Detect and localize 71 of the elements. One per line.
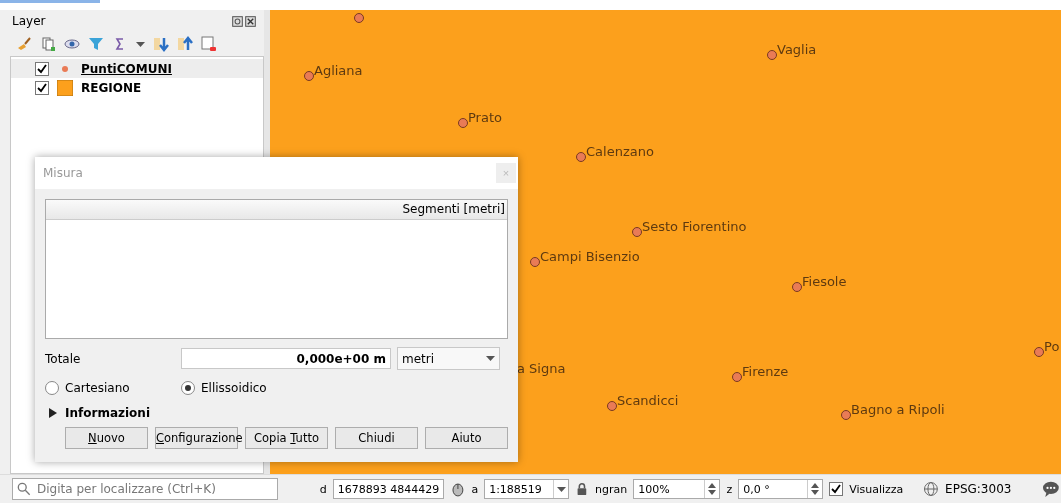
place-label: Sesto Fiorentino <box>642 219 747 234</box>
place-label: Firenze <box>742 364 789 379</box>
panel-title: Layer <box>12 14 46 28</box>
field-label: ngran <box>595 482 628 496</box>
place-label: Vaglia <box>777 42 817 57</box>
float-icon[interactable] <box>232 15 243 27</box>
place-marker <box>792 282 802 292</box>
radio-label: Cartesiano <box>65 381 130 395</box>
field-label: d <box>319 482 327 496</box>
dialog-button[interactable]: Aiuto <box>425 427 508 449</box>
eye-icon[interactable] <box>64 36 80 52</box>
place-label: Agliana <box>314 63 363 78</box>
magnifier-field[interactable]: 100% <box>633 479 721 499</box>
place-marker <box>841 410 851 420</box>
render-checkbox[interactable] <box>829 482 844 496</box>
place-marker <box>767 50 777 60</box>
total-field[interactable]: 0,000e+00 m <box>181 348 391 369</box>
polygon-symbol-icon <box>57 79 73 96</box>
place-marker <box>607 401 617 411</box>
dialog-title: Misura <box>43 166 83 180</box>
layer-name[interactable]: REGIONE <box>81 80 142 95</box>
place-marker <box>632 227 642 237</box>
place-label: Bagno a Ripoli <box>851 402 945 417</box>
field-label: z <box>726 482 733 496</box>
radio-button[interactable] <box>45 381 59 395</box>
close-icon[interactable] <box>245 15 256 27</box>
brush-icon[interactable] <box>16 36 32 52</box>
caret-icon <box>486 356 495 361</box>
total-label: Totale <box>45 351 82 366</box>
expand-arrow-icon[interactable] <box>49 408 57 418</box>
expand-all-icon[interactable] <box>153 36 169 52</box>
crs-button[interactable]: EPSG:3003 <box>945 482 1012 496</box>
globe-icon[interactable] <box>923 481 940 497</box>
caret-icon <box>556 486 566 492</box>
message-icon[interactable] <box>1041 480 1061 498</box>
place-label: Calenzano <box>586 144 654 159</box>
radio-button[interactable] <box>181 381 195 395</box>
dialog-button[interactable]: Copia Tutto <box>245 427 328 449</box>
place-marker <box>304 71 314 81</box>
coordinate-field[interactable]: 1678893 4844429 <box>332 479 444 499</box>
place-label: Scandicci <box>617 393 679 408</box>
place-label: a Signa <box>517 361 566 376</box>
place-marker <box>354 13 364 23</box>
place-marker <box>458 118 468 128</box>
place-label: Fiesole <box>802 274 847 289</box>
caret-icon <box>136 41 145 47</box>
mouse-icon[interactable] <box>449 481 466 497</box>
place-label: Po <box>1044 339 1060 354</box>
section-title: Informazioni <box>65 406 150 420</box>
place-marker <box>1034 347 1044 357</box>
dialog-button[interactable]: Chiudi <box>335 427 418 449</box>
place-marker <box>530 257 540 267</box>
place-marker <box>576 152 586 162</box>
remove-layer-icon[interactable] <box>201 36 217 52</box>
place-label: Prato <box>468 110 502 125</box>
layer-checkbox[interactable] <box>35 61 49 76</box>
search-icon <box>17 482 31 496</box>
scale-combobox[interactable]: 1:188519 <box>484 479 570 499</box>
rotation-field[interactable]: 0,0 ° <box>738 479 824 499</box>
place-marker <box>732 372 742 382</box>
column-header[interactable]: Segmenti [metri] <box>46 200 507 220</box>
unit-dropdown[interactable]: metri <box>397 347 500 370</box>
field-label: a <box>471 482 479 496</box>
locator-search-field[interactable]: Digita per localizzare (Ctrl+K) <box>12 478 279 500</box>
place-label: Campi Bisenzio <box>540 249 640 264</box>
radio-label: Ellissoidico <box>201 381 267 395</box>
collapse-all-icon[interactable] <box>177 36 193 52</box>
dialog-button[interactable]: Nuovo <box>65 427 148 449</box>
checkbox-label: Visualizza <box>849 482 904 496</box>
layer-checkbox[interactable] <box>35 80 49 95</box>
group-icon[interactable] <box>40 36 56 52</box>
